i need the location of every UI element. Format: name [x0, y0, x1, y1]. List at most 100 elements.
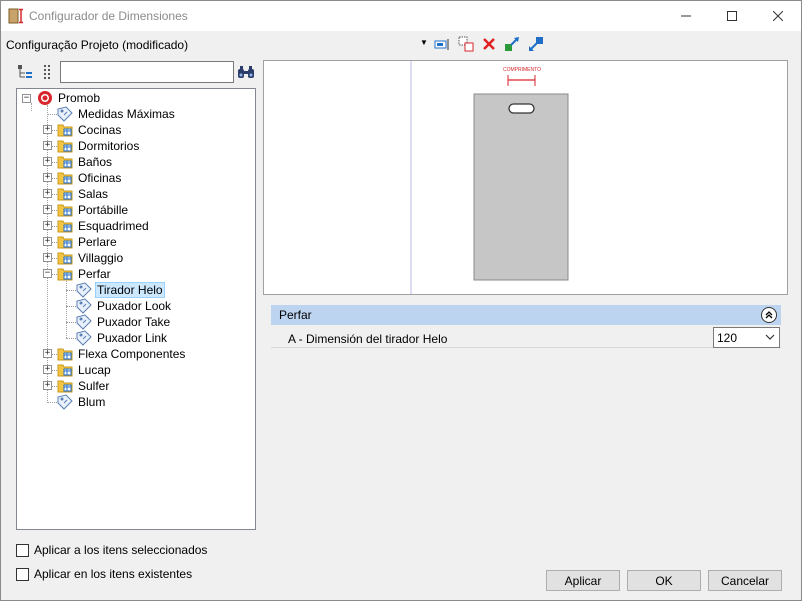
tree-node-label: Puxador Link: [97, 331, 168, 345]
collapse-toggle[interactable]: −: [22, 93, 31, 103]
property-row: A - Dimensión del tirador Helo 120: [271, 326, 781, 348]
tag-icon: [57, 106, 73, 122]
expand-toggle[interactable]: −: [43, 269, 52, 278]
tree-node[interactable]: Puxador Take: [76, 314, 172, 330]
tree-node-label: Cocinas: [78, 123, 122, 137]
tag-icon: [57, 394, 73, 410]
list-view-button[interactable]: [37, 63, 57, 81]
tree-node[interactable]: Cocinas: [57, 122, 123, 138]
expand-toggle[interactable]: +: [43, 125, 52, 134]
tree-node-label: Perfar: [78, 267, 111, 281]
tag-icon: [76, 298, 92, 314]
tree-node-label: Blum: [78, 395, 106, 409]
tree-node[interactable]: Villaggio: [57, 250, 125, 266]
import-icon: [505, 37, 519, 51]
tree-node-label: Portábille: [78, 203, 129, 217]
import-button[interactable]: [503, 35, 521, 53]
folder-icon: [57, 204, 73, 217]
cancel-button[interactable]: Cancelar: [708, 570, 782, 591]
tree-node[interactable]: Perfar: [57, 266, 113, 282]
folder-icon: [57, 236, 73, 249]
tree-node[interactable]: Baños: [57, 154, 114, 170]
expand-toggle[interactable]: +: [43, 173, 52, 182]
tree-node[interactable]: Portábille: [57, 202, 130, 218]
copy-icon: [458, 36, 474, 52]
tree-view-icon: [18, 65, 32, 78]
folder-icon: [57, 268, 73, 281]
tree-node-label: Medidas Máximas: [78, 107, 175, 121]
promob-logo-icon: [38, 91, 52, 105]
tree-node[interactable]: Perlare: [57, 234, 119, 250]
tree-node[interactable]: Flexa Componentes: [57, 346, 187, 362]
search-button[interactable]: [237, 63, 255, 81]
apply-button[interactable]: Aplicar: [546, 570, 620, 591]
close-icon: [773, 11, 783, 21]
export-button[interactable]: [527, 35, 545, 53]
project-dropdown-icon[interactable]: ▼: [420, 38, 428, 47]
expand-toggle[interactable]: +: [43, 205, 52, 214]
maximize-button[interactable]: [709, 1, 755, 31]
tag-icon: [76, 314, 92, 330]
delete-button[interactable]: [480, 35, 498, 53]
app-icon: [8, 8, 23, 24]
tree-view-button[interactable]: [15, 63, 35, 81]
folder-icon: [57, 156, 73, 169]
tree-node[interactable]: Blum: [57, 394, 107, 410]
tree-node[interactable]: Lucap: [57, 362, 113, 378]
apply-selected-checkbox[interactable]: [16, 543, 29, 557]
expand-toggle[interactable]: +: [43, 349, 52, 358]
export-icon: [529, 37, 543, 51]
expand-toggle[interactable]: +: [43, 381, 52, 390]
tree-node[interactable]: Medidas Máximas: [57, 106, 177, 122]
tree-node[interactable]: Oficinas: [57, 170, 123, 186]
tree-node[interactable]: Puxador Link: [76, 330, 169, 346]
expand-toggle[interactable]: +: [43, 237, 52, 246]
apply-selected-option[interactable]: Aplicar a los itens seleccionados: [16, 543, 207, 557]
tree-node-promob[interactable]: − Promob: [22, 90, 102, 106]
preview-drawing: COMPRIMENTO: [410, 61, 569, 294]
property-group-label: Perfar: [279, 308, 312, 322]
binoculars-icon: [238, 66, 254, 78]
tree-node-label: Villaggio: [78, 251, 124, 265]
rename-button[interactable]: [433, 35, 451, 53]
expand-toggle[interactable]: +: [43, 253, 52, 262]
tree-node[interactable]: Sulfer: [57, 378, 111, 394]
expand-toggle[interactable]: +: [43, 157, 52, 166]
apply-existing-checkbox[interactable]: [16, 567, 29, 581]
tree-node[interactable]: Salas: [57, 186, 110, 202]
expand-toggle[interactable]: +: [43, 365, 52, 374]
preview-pane: COMPRIMENTO: [263, 60, 788, 295]
copy-button[interactable]: [457, 35, 475, 53]
folder-icon: [57, 188, 73, 201]
tree-node[interactable]: Dormitorios: [57, 138, 141, 154]
folder-icon: [57, 124, 73, 137]
dimension-select[interactable]: 120: [713, 327, 780, 348]
double-chevron-up-icon: [765, 311, 773, 319]
tree-node-label: Promob: [58, 91, 101, 105]
collapse-group-button[interactable]: [761, 307, 777, 323]
dimension-configurator-window: Configurador de Dimensiones Configuração…: [0, 0, 802, 601]
tag-icon: [76, 330, 92, 346]
tree-node-label: Puxador Take: [97, 315, 171, 329]
maximize-icon: [727, 11, 737, 21]
folder-icon: [57, 220, 73, 233]
minimize-button[interactable]: [663, 1, 709, 31]
dimension-select-value: 120: [717, 331, 738, 345]
expand-toggle[interactable]: +: [43, 141, 52, 150]
tree-node-label: Flexa Componentes: [78, 347, 186, 361]
apply-selected-label: Aplicar a los itens seleccionados: [34, 543, 208, 557]
tree-node[interactable]: Esquadrimed: [57, 218, 151, 234]
search-input[interactable]: [60, 61, 234, 83]
expand-toggle[interactable]: +: [43, 221, 52, 230]
property-group-header[interactable]: Perfar: [271, 305, 781, 325]
apply-existing-option[interactable]: Aplicar en los itens existentes: [16, 567, 192, 581]
folder-icon: [57, 380, 73, 393]
tree-node-label: Oficinas: [78, 171, 122, 185]
ok-button[interactable]: OK: [627, 570, 701, 591]
catalog-tree[interactable]: − Promob Medidas Máximas + Cocinas + Dormito…: [16, 88, 256, 530]
expand-toggle[interactable]: +: [43, 189, 52, 198]
tree-node[interactable]: Puxador Look: [76, 298, 173, 314]
tree-node[interactable]: Tirador Helo: [76, 282, 165, 298]
folder-icon: [57, 252, 73, 265]
close-button[interactable]: [755, 1, 801, 31]
